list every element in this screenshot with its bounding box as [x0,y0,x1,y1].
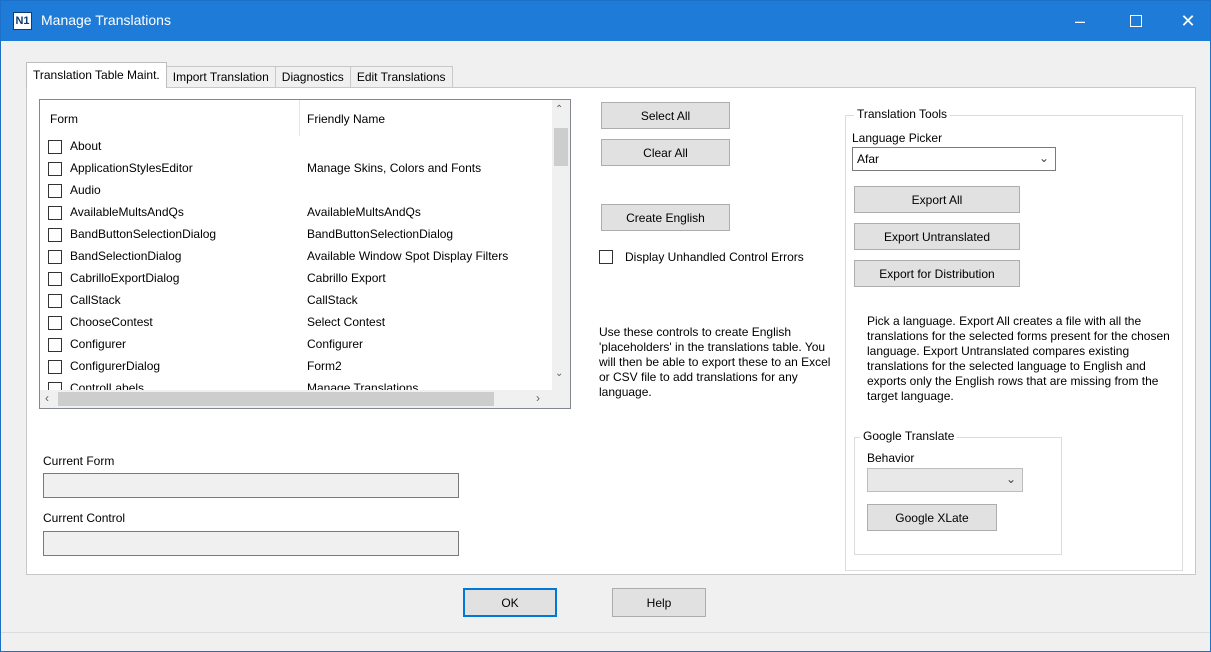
friendly-name: Select Contest [307,315,386,329]
list-item[interactable]: ApplicationStylesEditor Manage Skins, Co… [40,158,552,180]
form-name: About [70,139,102,153]
maximize-button[interactable] [1113,1,1159,41]
select-all-button[interactable]: Select All [601,102,730,129]
column-separator [299,100,300,136]
export-untranslated-button[interactable]: Export Untranslated [854,223,1020,250]
behavior-label: Behavior [867,451,915,465]
language-picker-label: Language Picker [852,131,943,145]
friendly-name: Configurer [307,337,364,351]
friendly-name: Cabrillo Export [307,271,386,285]
friendly-name: Manage Skins, Colors and Fonts [307,161,482,175]
row-checkbox[interactable] [48,206,62,220]
form-name: ApplicationStylesEditor [70,161,193,175]
friendly-name: BandButtonSelectionDialog [307,227,454,241]
maximize-icon [1130,15,1142,27]
scroll-down-icon[interactable]: ⌄ [555,368,563,379]
google-translate-title: Google Translate [860,429,958,443]
current-control-field[interactable] [43,531,459,556]
row-checkbox[interactable] [48,184,62,198]
tab-diagnostics[interactable]: Diagnostics [274,66,351,88]
minimize-button[interactable]: – [1057,1,1103,41]
language-picker-select[interactable]: Afar ⌄ [852,147,1056,171]
current-form-label: Current Form [43,454,115,468]
list-item[interactable]: Configurer Configurer [40,334,552,356]
friendly-name: Form2 [307,359,342,373]
tab-strip: Translation Table Maint. Import Translat… [26,62,453,88]
horizontal-scrollbar[interactable]: ‹ › [40,390,570,408]
language-picker-value: Afar [857,152,880,166]
tab-edit-translations[interactable]: Edit Translations [349,66,453,88]
column-header-friendly-name[interactable]: Friendly Name [307,112,385,126]
scroll-right-icon[interactable]: › [536,391,540,405]
form-name: BandButtonSelectionDialog [70,227,217,241]
list-item[interactable]: BandSelectionDialog Available Window Spo… [40,246,552,268]
tab-translation-table-maint[interactable]: Translation Table Maint. [26,62,167,88]
row-checkbox[interactable] [48,228,62,242]
row-checkbox[interactable] [48,316,62,330]
list-item[interactable]: CallStack CallStack [40,290,552,312]
list-item[interactable]: AvailableMultsAndQs AvailableMultsAndQs [40,202,552,224]
column-header-form[interactable]: Form [50,112,78,126]
app-icon: N1 [13,12,32,30]
export-for-distribution-button[interactable]: Export for Distribution [854,260,1020,287]
clear-all-button[interactable]: Clear All [601,139,730,166]
window-title: Manage Translations [41,12,171,28]
list-item[interactable]: ConfigurerDialog Form2 [40,356,552,378]
create-english-button[interactable]: Create English [601,204,730,231]
scroll-up-icon[interactable]: ⌃ [555,104,563,115]
row-checkbox[interactable] [48,294,62,308]
help-button[interactable]: Help [612,588,706,617]
chevron-down-icon: ⌄ [1005,472,1016,486]
display-errors-label: Display Unhandled Control Errors [625,250,804,264]
ok-button[interactable]: OK [463,588,557,617]
listview-header: Form Friendly Name [40,100,552,136]
status-bar-divider [1,632,1210,633]
close-icon: ✕ [1180,10,1196,31]
form-name: CabrilloExportDialog [70,271,180,285]
export-all-button[interactable]: Export All [854,186,1020,213]
translation-tools-title: Translation Tools [854,107,951,121]
list-item[interactable]: About [40,136,552,158]
current-control-label: Current Control [43,511,126,525]
row-checkbox[interactable] [48,250,62,264]
form-name: Audio [70,183,101,197]
form-name: BandSelectionDialog [70,249,182,263]
row-checkbox[interactable] [48,162,62,176]
listview-body: About ApplicationStylesEditor Manage Ski… [40,136,552,392]
tab-import-translation[interactable]: Import Translation [165,66,276,88]
list-item[interactable]: Audio [40,180,552,202]
export-info-text: Pick a language. Export All creates a fi… [867,314,1170,403]
form-name: Configurer [70,337,127,351]
google-xlate-button[interactable]: Google XLate [867,504,997,531]
list-item[interactable]: ChooseContest Select Contest [40,312,552,334]
manage-translations-window: N1 Manage Translations – ✕ Translation T… [0,0,1211,652]
vertical-scrollbar[interactable]: ⌃ ⌄ [552,100,570,392]
row-checkbox[interactable] [48,140,62,154]
forms-listview[interactable]: Form Friendly Name About ApplicationStyl… [39,99,571,409]
behavior-select[interactable]: ⌄ [867,468,1023,492]
friendly-name: AvailableMultsAndQs [307,205,421,219]
friendly-name: Available Window Spot Display Filters [307,249,509,263]
friendly-name: CallStack [307,293,358,307]
vertical-scroll-thumb[interactable] [554,128,568,166]
list-item[interactable]: CabrilloExportDialog Cabrillo Export [40,268,552,290]
form-name: ConfigurerDialog [70,359,161,373]
row-checkbox[interactable] [48,272,62,286]
current-form-field[interactable] [43,473,459,498]
title-bar[interactable]: N1 Manage Translations – ✕ [1,1,1210,41]
form-name: ChooseContest [70,315,153,329]
chevron-down-icon: ⌄ [1038,151,1049,165]
minimize-icon: – [1074,10,1085,31]
form-name: AvailableMultsAndQs [70,205,184,219]
form-name: CallStack [70,293,121,307]
horizontal-scroll-thumb[interactable] [58,392,494,406]
close-button[interactable]: ✕ [1165,1,1211,41]
row-checkbox[interactable] [48,360,62,374]
list-item[interactable]: BandButtonSelectionDialog BandButtonSele… [40,224,552,246]
display-errors-checkbox[interactable] [599,250,613,264]
scroll-left-icon[interactable]: ‹ [45,391,49,405]
create-english-info-text: Use these controls to create English 'pl… [599,325,831,399]
row-checkbox[interactable] [48,338,62,352]
